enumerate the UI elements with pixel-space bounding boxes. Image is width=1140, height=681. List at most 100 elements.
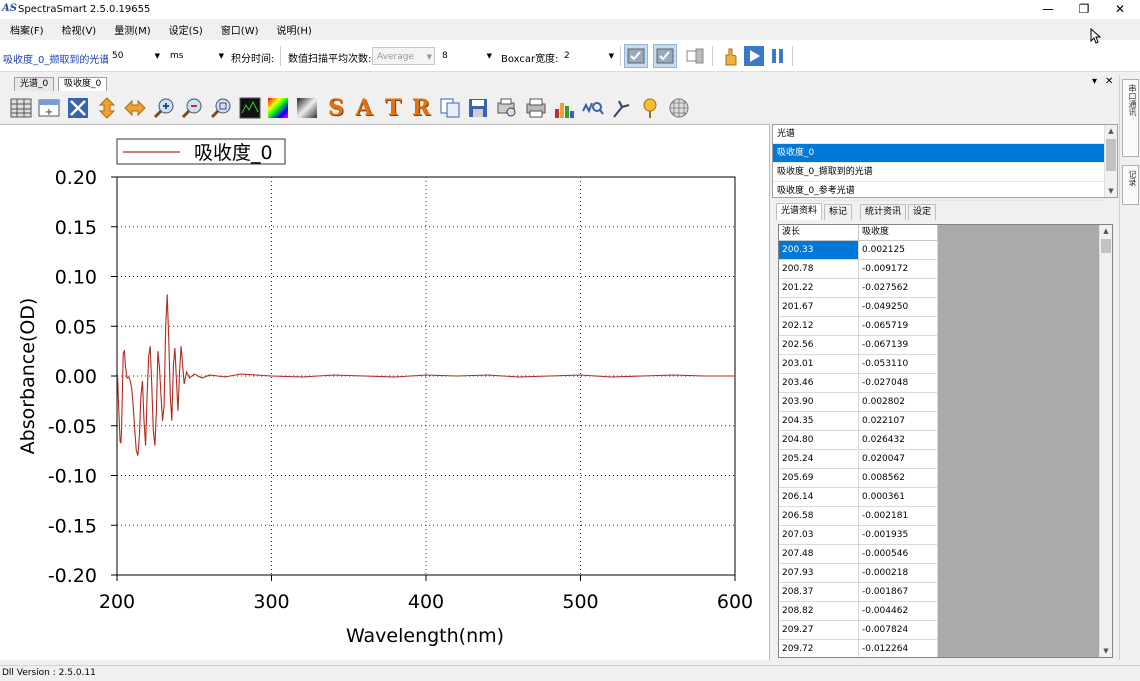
menu-settings[interactable]: 设定(S) bbox=[159, 22, 211, 37]
table-row[interactable]: 204.35 0.022107 bbox=[779, 412, 938, 431]
wavelength-cell[interactable]: 207.03 bbox=[779, 526, 859, 544]
zoom-box-icon[interactable] bbox=[209, 96, 233, 120]
spectrum-list-item[interactable]: 吸收度_0_撷取到的光谱 bbox=[773, 163, 1105, 182]
wavelength-cell[interactable]: 201.22 bbox=[779, 279, 859, 297]
table-row[interactable]: 208.37 -0.001867 bbox=[779, 583, 938, 602]
zoom-in-icon[interactable] bbox=[152, 96, 176, 120]
horizontal-scale-icon[interactable] bbox=[123, 96, 147, 120]
vertical-scale-icon[interactable] bbox=[95, 96, 119, 120]
absorbance-cell[interactable]: -0.067139 bbox=[859, 336, 938, 354]
tab-list-dropdown[interactable]: ▾ bbox=[1092, 76, 1097, 87]
wavelength-cell[interactable]: 205.69 bbox=[779, 469, 859, 487]
table-row[interactable]: 203.46 -0.027048 bbox=[779, 374, 938, 393]
table-row[interactable]: 200.33 0.002125 bbox=[779, 241, 938, 260]
dark-spectrum-icon[interactable] bbox=[238, 96, 262, 120]
serial-comm-tab[interactable]: 串口通讯 bbox=[1122, 79, 1139, 157]
electric-dark-button[interactable] bbox=[624, 44, 648, 68]
wavelength-cell[interactable]: 209.27 bbox=[779, 621, 859, 639]
table-row[interactable]: 207.48 -0.000546 bbox=[779, 545, 938, 564]
gray-spectrum-icon[interactable] bbox=[295, 96, 319, 120]
absorbance-cell[interactable]: -0.065719 bbox=[859, 317, 938, 335]
color-spectrum-icon[interactable] bbox=[266, 96, 290, 120]
scroll-thumb[interactable] bbox=[1101, 239, 1111, 253]
table-row[interactable]: 202.56 -0.067139 bbox=[779, 336, 938, 355]
close-button[interactable]: ✕ bbox=[1102, 0, 1138, 19]
wavelength-cell[interactable]: 204.80 bbox=[779, 431, 859, 449]
column-header-absorbance[interactable]: 吸收度 bbox=[859, 225, 938, 240]
absorbance-cell[interactable]: -0.009172 bbox=[859, 260, 938, 278]
integration-value-combo[interactable]: 50 ▼ bbox=[108, 47, 162, 65]
wavelength-cell[interactable]: 208.82 bbox=[779, 602, 859, 620]
wavelength-cell[interactable]: 209.72 bbox=[779, 640, 859, 657]
pause-button[interactable] bbox=[766, 44, 790, 68]
spectrum-list-item[interactable]: 吸收度_0 bbox=[773, 144, 1105, 163]
absorbance-cell[interactable]: 0.020047 bbox=[859, 450, 938, 468]
absorbance-cell[interactable]: -0.001867 bbox=[859, 583, 938, 601]
fit-icon[interactable] bbox=[66, 96, 90, 120]
table-row[interactable]: 207.03 -0.001935 bbox=[779, 526, 938, 545]
average-mode-combo[interactable]: Average ▼ bbox=[372, 47, 435, 65]
menu-help[interactable]: 说明(H) bbox=[267, 22, 320, 37]
absorbance-cell[interactable]: 0.002802 bbox=[859, 393, 938, 411]
absorbance-cell[interactable]: 0.026432 bbox=[859, 431, 938, 449]
minimize-button[interactable]: — bbox=[1030, 0, 1066, 19]
grid-icon[interactable] bbox=[667, 96, 691, 120]
tab-settings[interactable]: 设定 bbox=[908, 204, 937, 220]
wavelength-cell[interactable]: 203.01 bbox=[779, 355, 859, 373]
peak-icon[interactable] bbox=[552, 96, 576, 120]
absorbance-cell[interactable]: -0.007824 bbox=[859, 621, 938, 639]
print-icon[interactable] bbox=[524, 96, 548, 120]
tab-spectrum-0[interactable]: 光谱_0 bbox=[14, 77, 55, 91]
peak-search-icon[interactable] bbox=[581, 96, 605, 120]
wavelength-cell[interactable]: 201.67 bbox=[779, 298, 859, 316]
run-button[interactable] bbox=[742, 44, 766, 68]
table-row[interactable]: 201.67 -0.049250 bbox=[779, 298, 938, 317]
wavelength-cell[interactable]: 200.78 bbox=[779, 260, 859, 278]
absorbance-cell[interactable]: -0.027562 bbox=[859, 279, 938, 297]
table-row[interactable]: 209.27 -0.007824 bbox=[779, 621, 938, 640]
scroll-up-icon[interactable]: ▲ bbox=[1100, 225, 1112, 237]
table-row[interactable]: 206.14 0.000361 bbox=[779, 488, 938, 507]
lamp-button[interactable] bbox=[683, 44, 707, 68]
tab-statistics[interactable]: 统计资讯 bbox=[860, 204, 907, 220]
column-header-wavelength[interactable]: 波长 bbox=[779, 225, 859, 240]
absorbance-cell[interactable]: -0.000218 bbox=[859, 564, 938, 582]
wavelength-cell[interactable]: 200.33 bbox=[779, 241, 859, 259]
spectrum-list-scrollbar[interactable]: ▲ ▼ bbox=[1104, 125, 1117, 197]
scroll-up-icon[interactable]: ▲ bbox=[1105, 125, 1117, 137]
spectrum-data-table[interactable]: 波长 吸收度 200.33 0.002125 200.78 -0.009172 201.… bbox=[778, 224, 1113, 658]
menu-file[interactable]: 档案(F) bbox=[0, 22, 52, 37]
table-row[interactable]: 209.72 -0.012264 bbox=[779, 640, 938, 657]
wavelength-cell[interactable]: 205.24 bbox=[779, 450, 859, 468]
single-scan-button[interactable] bbox=[718, 44, 742, 68]
tab-close-button[interactable]: ✕ bbox=[1105, 76, 1113, 87]
spectrum-plot[interactable]: 0.20 0.15 0.10 0.05 0.00 -0.05 -0.10 -0.15 -0.20… bbox=[0, 124, 770, 660]
absorbance-cell[interactable]: -0.004462 bbox=[859, 602, 938, 620]
wavelength-cell[interactable]: 203.46 bbox=[779, 374, 859, 392]
table-row[interactable]: 206.58 -0.002181 bbox=[779, 507, 938, 526]
absorbance-cell[interactable]: 0.008562 bbox=[859, 469, 938, 487]
absorbance-cell[interactable]: 0.002125 bbox=[859, 241, 938, 259]
wavelength-cell[interactable]: 206.14 bbox=[779, 488, 859, 506]
a-mode-icon[interactable]: A bbox=[352, 95, 376, 121]
save-icon[interactable] bbox=[466, 96, 490, 120]
absorbance-cell[interactable]: -0.012264 bbox=[859, 640, 938, 657]
absorbance-cell[interactable]: -0.027048 bbox=[859, 374, 938, 392]
absorbance-cell[interactable]: 0.022107 bbox=[859, 412, 938, 430]
table-row[interactable]: 203.01 -0.053110 bbox=[779, 355, 938, 374]
tab-absorbance-0[interactable]: 吸收度_0 bbox=[58, 77, 108, 91]
table-row[interactable]: 203.90 0.002802 bbox=[779, 393, 938, 412]
menu-view[interactable]: 检视(V) bbox=[52, 22, 105, 37]
table-row[interactable]: 208.82 -0.004462 bbox=[779, 602, 938, 621]
boxcar-combo[interactable]: 2 ▼ bbox=[560, 47, 616, 65]
scroll-down-icon[interactable]: ▼ bbox=[1100, 645, 1112, 657]
absorbance-cell[interactable]: -0.053110 bbox=[859, 355, 938, 373]
integration-unit-combo[interactable]: ms ▼ bbox=[166, 47, 226, 65]
t-mode-icon[interactable]: T bbox=[381, 95, 405, 121]
absorbance-cell[interactable]: -0.002181 bbox=[859, 507, 938, 525]
absorbance-cell[interactable]: -0.049250 bbox=[859, 298, 938, 316]
average-count-combo[interactable]: 8 ▼ bbox=[438, 47, 494, 65]
zoom-out-icon[interactable] bbox=[180, 96, 204, 120]
table-scrollbar[interactable]: ▲ ▼ bbox=[1099, 225, 1112, 657]
tool-icon[interactable] bbox=[609, 96, 633, 120]
